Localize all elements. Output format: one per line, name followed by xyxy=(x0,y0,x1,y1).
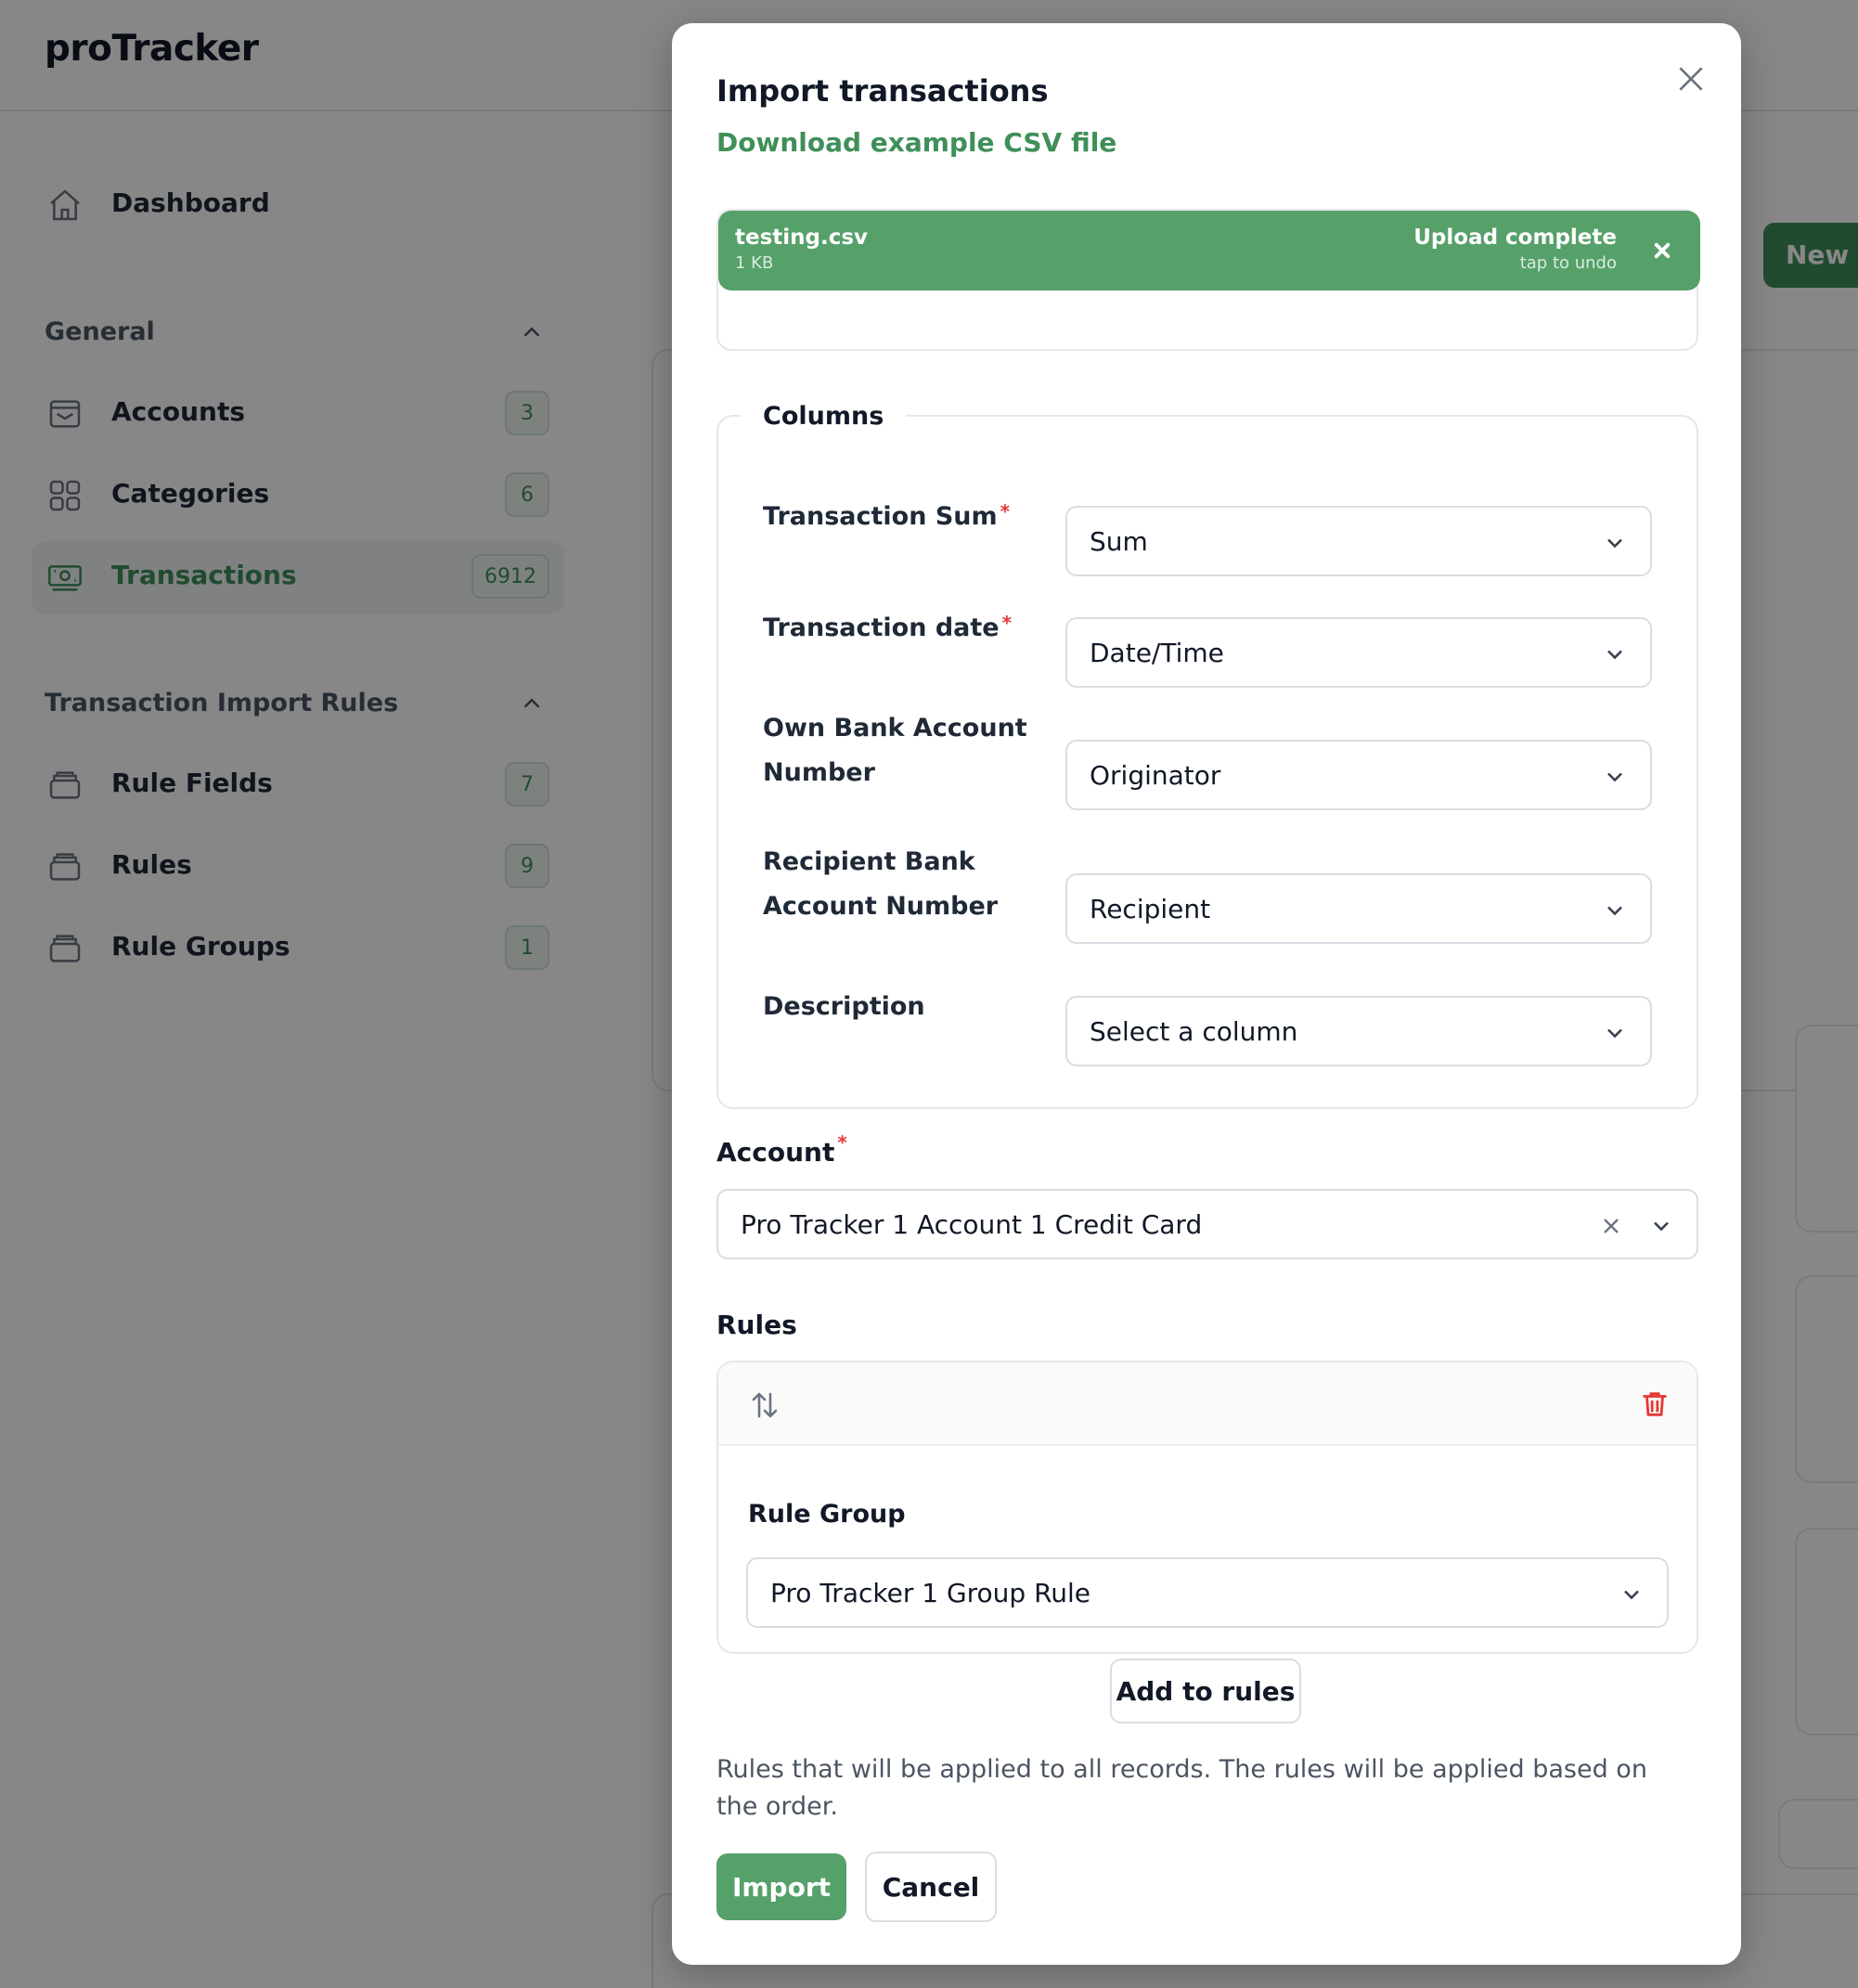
rule-item-card: Rule Group Pro Tracker 1 Group Rule xyxy=(716,1361,1698,1654)
rule-group-label: Rule Group xyxy=(748,1500,906,1529)
recipient-bank-account-label: Recipient Bank Account Number xyxy=(763,847,999,921)
chevron-down-icon xyxy=(1607,1028,1622,1039)
cancel-button[interactable]: Cancel xyxy=(865,1852,997,1922)
columns-legend: Columns xyxy=(741,402,907,431)
transaction-date-select[interactable]: Date/Time xyxy=(1065,617,1652,688)
upload-status: Upload complete xyxy=(1413,226,1617,250)
download-example-csv-link[interactable]: Download example CSV file xyxy=(716,127,1116,158)
description-select[interactable]: Select a column xyxy=(1065,996,1652,1066)
select-value: Recipient xyxy=(1090,894,1211,924)
chevron-down-icon xyxy=(1607,538,1622,549)
required-marker: * xyxy=(1001,612,1013,634)
file-size: 1 KB xyxy=(735,253,774,273)
select-placeholder: Select a column xyxy=(1090,1016,1298,1047)
columns-fieldset: Columns Transaction Sum * Sum Transaction… xyxy=(716,402,1698,1109)
add-to-rules-button[interactable]: Add to rules xyxy=(1110,1659,1301,1723)
file-upload-dropzone[interactable]: testing.csv 1 KB Upload complete tap to … xyxy=(716,209,1700,351)
chevron-down-icon xyxy=(1624,1590,1639,1600)
own-bank-account-label: Own Bank Account Number xyxy=(763,714,1027,787)
chevron-down-icon xyxy=(1607,650,1622,660)
rule-item-header xyxy=(718,1362,1697,1446)
remove-file-icon[interactable] xyxy=(1648,237,1676,265)
clear-selection-icon[interactable] xyxy=(1598,1213,1624,1239)
import-button[interactable]: Import xyxy=(716,1853,846,1920)
own-bank-account-select[interactable]: Originator xyxy=(1065,740,1652,810)
rules-label: Rules xyxy=(716,1310,797,1340)
modal-title: Import transactions xyxy=(716,73,1049,109)
account-label: Account * xyxy=(716,1131,847,1168)
recipient-bank-account-select[interactable]: Recipient xyxy=(1065,873,1652,944)
required-marker: * xyxy=(1000,500,1011,523)
close-icon[interactable] xyxy=(1672,60,1710,97)
select-value: Originator xyxy=(1090,760,1221,791)
transaction-date-label: Transaction date * xyxy=(763,612,1013,642)
select-value: Date/Time xyxy=(1090,638,1224,668)
select-value: Pro Tracker 1 Group Rule xyxy=(770,1578,1091,1608)
transaction-sum-select[interactable]: Sum xyxy=(1065,506,1652,576)
account-select[interactable]: Pro Tracker 1 Account 1 Credit Card xyxy=(716,1189,1698,1259)
transaction-sum-label: Transaction Sum * xyxy=(763,500,1011,531)
rule-group-select[interactable]: Pro Tracker 1 Group Rule xyxy=(746,1557,1669,1628)
select-value: Sum xyxy=(1090,526,1148,557)
file-name: testing.csv xyxy=(735,226,869,250)
required-marker: * xyxy=(837,1131,847,1154)
undo-hint[interactable]: tap to undo xyxy=(1520,253,1617,273)
trash-icon[interactable] xyxy=(1639,1387,1671,1422)
import-transactions-modal: Import transactions Download example CSV… xyxy=(672,23,1741,1965)
chevron-down-icon xyxy=(1607,772,1622,782)
chevron-down-icon xyxy=(1654,1221,1669,1232)
rules-help-text: Rules that will be applied to all record… xyxy=(716,1755,1647,1821)
uploaded-file-item: testing.csv 1 KB Upload complete tap to … xyxy=(718,211,1700,290)
chevron-down-icon xyxy=(1607,906,1622,916)
description-label: Description xyxy=(763,992,925,1021)
select-value: Pro Tracker 1 Account 1 Credit Card xyxy=(741,1209,1203,1240)
reorder-arrows-icon[interactable] xyxy=(748,1387,781,1424)
